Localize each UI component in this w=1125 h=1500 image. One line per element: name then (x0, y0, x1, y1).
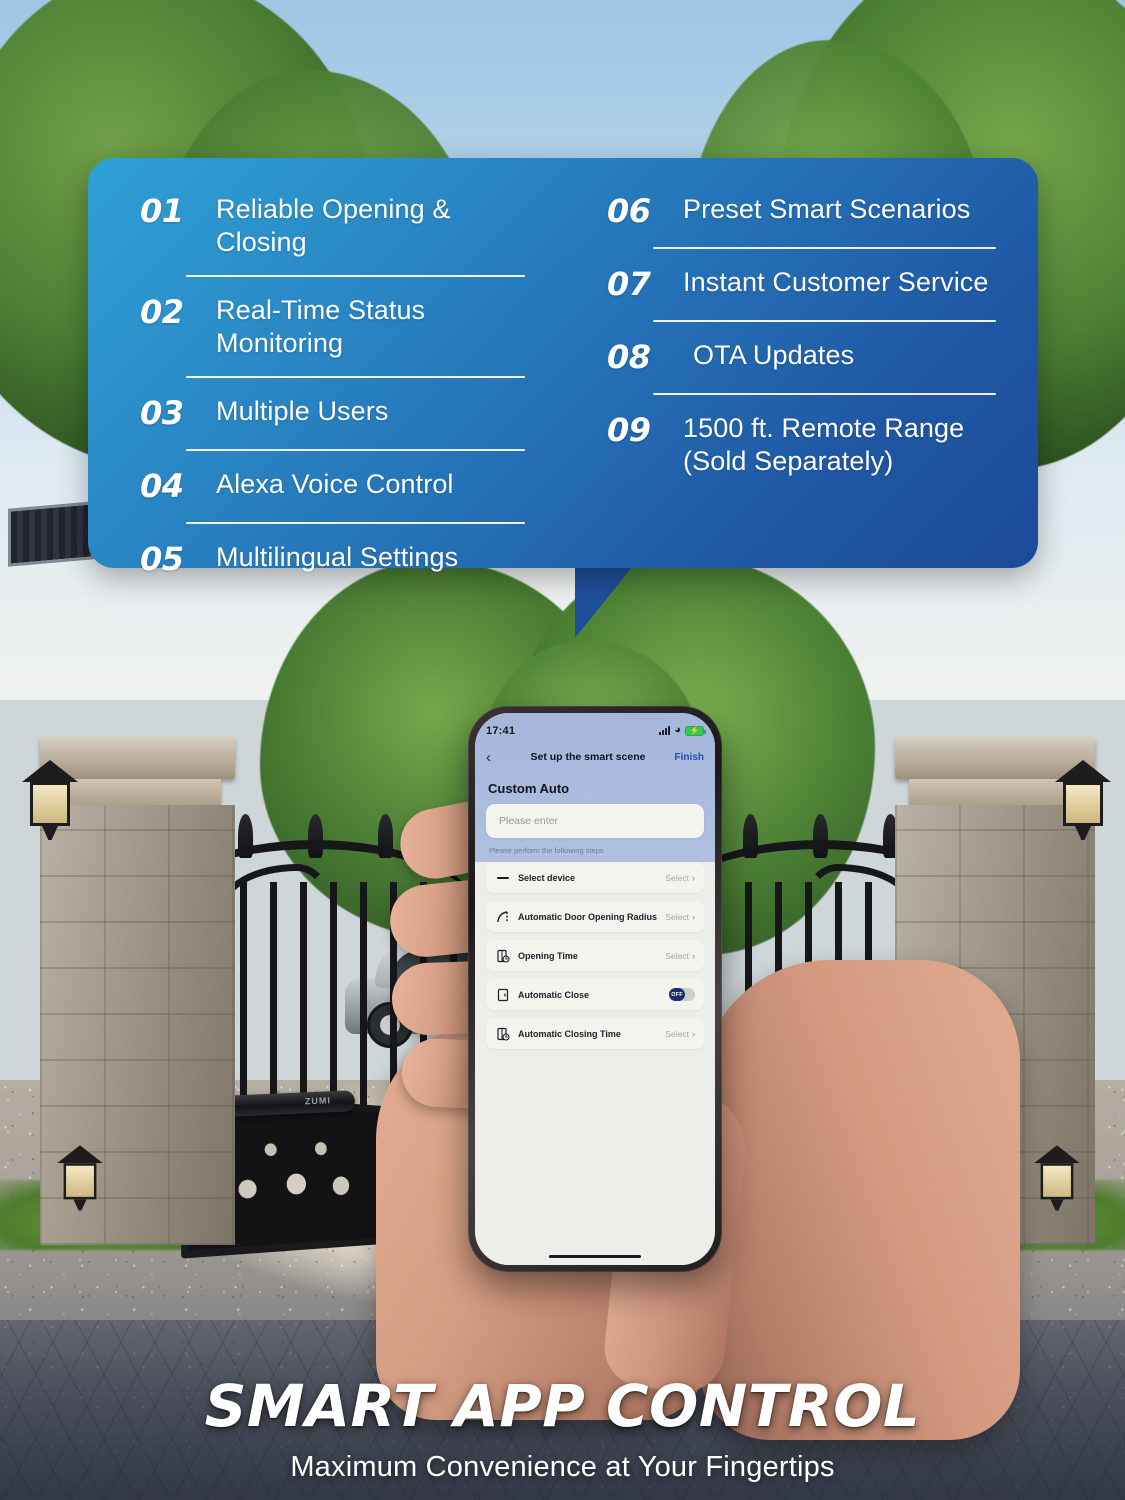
step-value: Select (665, 950, 689, 961)
scene-name-heading: Custom Auto (488, 781, 570, 796)
cellular-signal-icon (659, 726, 671, 735)
finish-button[interactable]: Finish (664, 752, 704, 763)
feature-number: 08 (607, 338, 651, 377)
step-value: Select (665, 911, 689, 922)
status-bar-icons: ◕ ⚡ (659, 724, 706, 736)
feature-item-08: 08 OTA Updates (607, 338, 998, 377)
step-label: Opening Time (518, 950, 578, 961)
chevron-left-icon[interactable]: ‹ (486, 750, 512, 765)
feature-column-right: 06 Preset Smart Scenarios 07 Instant Cus… (553, 192, 1038, 568)
feature-label: Multilingual Settings (216, 541, 459, 572)
step-row-select-device[interactable]: Select device Select › (486, 862, 704, 893)
feature-divider (186, 375, 525, 378)
feature-number: 01 (140, 192, 184, 230)
step-row-opening-radius[interactable]: Automatic Door Opening Radius Select › (486, 901, 704, 932)
feature-number: 04 (140, 466, 184, 505)
chevron-right-icon: › (692, 1028, 695, 1039)
feature-list-card: 01 Reliable Opening & Closing 02 Real-Ti… (88, 158, 1038, 578)
home-indicator (475, 1247, 715, 1265)
feature-label: Multiple Users (216, 395, 389, 426)
feature-item-05: 05 Multilingual Settings (140, 540, 531, 579)
feature-number: 03 (140, 393, 184, 432)
phone-screen: 17:41 ◕ ⚡ ‹ Set up the smart scene Finis… (475, 713, 715, 1265)
step-label: Automatic Closing Time (518, 1028, 621, 1039)
step-label: Automatic Close (518, 989, 590, 1000)
feature-item-03: 03 Multiple Users (140, 394, 531, 433)
navigation-bar: ‹ Set up the smart scene Finish (486, 744, 704, 770)
feature-column-left: 01 Reliable Opening & Closing 02 Real-Ti… (88, 192, 553, 578)
feature-number: 02 (140, 292, 184, 331)
status-bar-time: 17:41 (486, 724, 516, 737)
wifi-icon: ◕ (674, 724, 681, 736)
arc-radius-icon (495, 909, 511, 925)
feature-number: 05 (140, 539, 184, 578)
page-title: Set up the smart scene (530, 751, 646, 763)
subheadline: Maximum Convenience at Your Fingertips (290, 1451, 835, 1483)
feature-item-02: 02 Real-Time Status Monitoring (140, 293, 531, 360)
feature-label: Preset Smart Scenarios (683, 194, 971, 224)
door-clock-open-icon (495, 948, 511, 964)
door-icon (495, 987, 511, 1003)
feature-divider (653, 247, 996, 250)
feature-item-07: 07 Instant Customer Service (607, 265, 998, 304)
scene-name-placeholder: Please enter (499, 815, 558, 827)
steps-hint-text: Please perform the following steps (489, 846, 604, 855)
lamp-icon (22, 760, 78, 840)
step-value: Select (665, 872, 689, 883)
feature-divider (186, 448, 525, 451)
feature-label: OTA Updates (693, 340, 855, 371)
lamp-icon (57, 1145, 103, 1211)
feature-item-06: 06 Preset Smart Scenarios (607, 192, 998, 231)
chevron-right-icon: › (692, 872, 695, 883)
step-label: Select device (518, 872, 576, 883)
feature-label: Real-Time Status Monitoring (216, 294, 426, 358)
feature-item-01: 01 Reliable Opening & Closing (140, 192, 531, 259)
battery-charging-icon: ⚡ (685, 725, 706, 736)
step-row-opening-time[interactable]: Opening Time Select › (486, 940, 704, 971)
feature-divider (653, 320, 996, 323)
toggle-state-label: OFF (671, 991, 683, 998)
toggle-knob: OFF (669, 988, 685, 1001)
feature-item-04: 04 Alexa Voice Control (140, 467, 531, 506)
lamp-icon (1034, 1145, 1080, 1211)
solar-panel (8, 501, 94, 567)
scene-name-input[interactable]: Please enter (486, 804, 704, 838)
feature-divider (186, 521, 525, 524)
minus-line-icon (495, 870, 511, 886)
step-value: Select (665, 1028, 689, 1039)
feature-item-09: 09 1500 ft. Remote Range (Sold Separatel… (607, 411, 998, 478)
step-label: Automatic Door Opening Radius (518, 911, 658, 922)
lamp-icon (1055, 760, 1111, 840)
app-header-area: 17:41 ◕ ⚡ ‹ Set up the smart scene Finis… (475, 713, 715, 862)
feature-number: 09 (607, 411, 651, 450)
feature-label: Alexa Voice Control (216, 468, 454, 499)
status-bar: 17:41 ◕ ⚡ (486, 722, 706, 739)
feature-number: 06 (607, 192, 651, 230)
smartphone-device: 17:41 ◕ ⚡ ‹ Set up the smart scene Finis… (468, 706, 722, 1272)
chevron-right-icon: › (692, 950, 695, 961)
feature-divider (653, 393, 996, 396)
feature-label: 1500 ft. Remote Range (Sold Separately) (683, 413, 965, 477)
feature-label: Instant Customer Service (683, 267, 989, 298)
feature-divider (186, 274, 525, 277)
step-row-automatic-close[interactable]: Automatic Close OFF (486, 979, 704, 1010)
feature-label: Reliable Opening & Closing (216, 194, 451, 257)
automatic-close-toggle[interactable]: OFF (669, 988, 695, 1001)
chevron-right-icon: › (692, 911, 695, 922)
step-row-closing-time[interactable]: Automatic Closing Time Select › (486, 1018, 704, 1049)
door-clock-close-icon (495, 1026, 511, 1042)
steps-list: Select device Select › Automatic Door Op… (475, 862, 715, 1247)
headline: SMART APP CONTROL (204, 1372, 921, 1440)
feature-number: 07 (607, 265, 651, 304)
bottom-caption: SMART APP CONTROL Maximum Convenience at… (0, 1377, 1125, 1484)
